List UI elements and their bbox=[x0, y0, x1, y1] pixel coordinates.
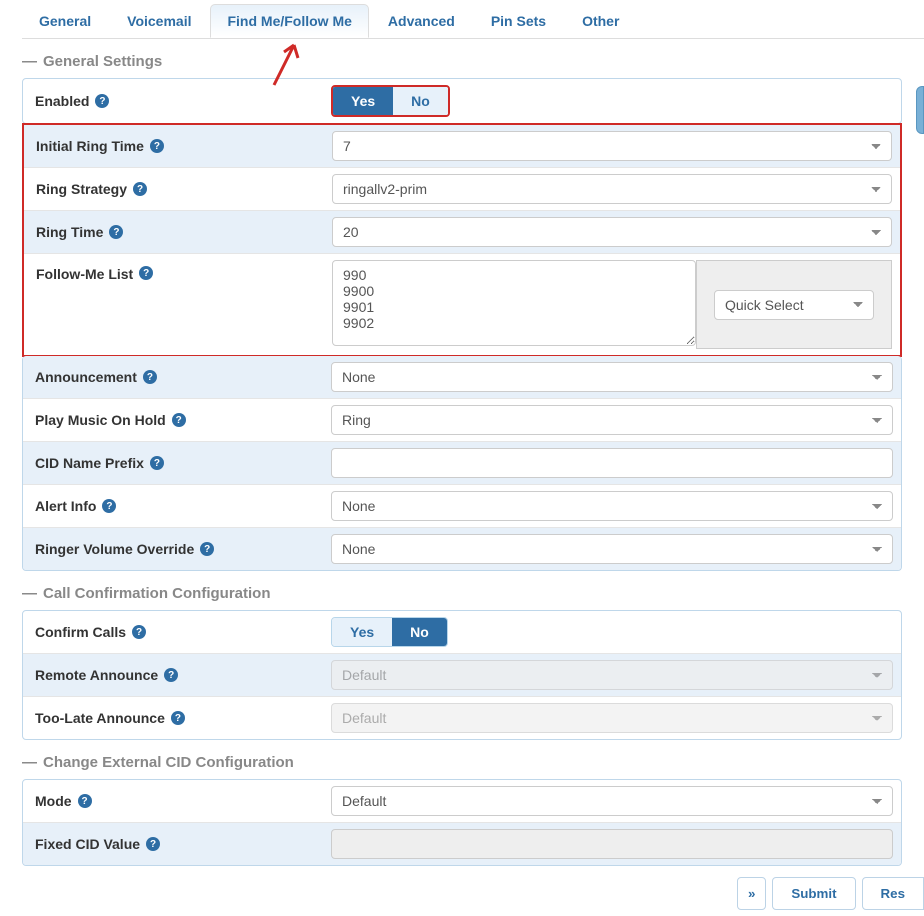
help-icon[interactable]: ? bbox=[200, 542, 214, 556]
select-mode[interactable]: Default bbox=[331, 786, 893, 816]
highlighted-config-panel: Initial Ring Time ? 7 Ring Strategy ? ri… bbox=[22, 123, 902, 357]
help-icon[interactable]: ? bbox=[133, 182, 147, 196]
panel-general-cont: Announcement ? None Play Music On Hold ?… bbox=[22, 356, 902, 571]
select-announcement[interactable]: None bbox=[331, 362, 893, 392]
help-icon[interactable]: ? bbox=[171, 711, 185, 725]
tab-voicemail[interactable]: Voicemail bbox=[110, 4, 208, 38]
label-too-late-announce: Too-Late Announce bbox=[35, 710, 165, 726]
label-initial-ring-time: Initial Ring Time bbox=[36, 138, 144, 154]
label-follow-me-list: Follow-Me List bbox=[36, 266, 133, 282]
select-too-late-announce: Default bbox=[331, 703, 893, 733]
chevron-collapse-button[interactable]: » bbox=[737, 877, 766, 910]
label-announcement: Announcement bbox=[35, 369, 137, 385]
select-quick-select[interactable]: Quick Select bbox=[714, 290, 874, 320]
select-play-music-on-hold[interactable]: Ring bbox=[331, 405, 893, 435]
help-icon[interactable]: ? bbox=[109, 225, 123, 239]
section-title-call-confirm: — Call Confirmation Configuration bbox=[22, 571, 902, 610]
toggle-enabled-yes[interactable]: Yes bbox=[333, 87, 393, 115]
textarea-follow-me-list[interactable]: 990 9900 9901 9902 bbox=[332, 260, 696, 346]
input-cid-name-prefix[interactable] bbox=[331, 448, 893, 478]
label-enabled: Enabled bbox=[35, 93, 89, 109]
toggle-enabled-no[interactable]: No bbox=[393, 87, 448, 115]
section-title-general: — General Settings bbox=[22, 39, 902, 78]
input-fixed-cid-value bbox=[331, 829, 893, 859]
select-ringer-volume-override[interactable]: None bbox=[331, 534, 893, 564]
collapse-icon[interactable]: — bbox=[22, 754, 37, 771]
collapse-icon[interactable]: — bbox=[22, 585, 37, 602]
select-ring-time[interactable]: 20 bbox=[332, 217, 892, 247]
help-icon[interactable]: ? bbox=[102, 499, 116, 513]
panel-call-confirm: Confirm Calls ? Yes No Remote Announce ?… bbox=[22, 610, 902, 740]
collapse-icon[interactable]: — bbox=[22, 53, 37, 70]
side-drawer-handle[interactable] bbox=[916, 86, 924, 134]
section-title-external-cid: — Change External CID Configuration bbox=[22, 740, 902, 779]
reset-button[interactable]: Res bbox=[862, 877, 924, 910]
select-alert-info[interactable]: None bbox=[331, 491, 893, 521]
label-play-music-on-hold: Play Music On Hold bbox=[35, 412, 166, 428]
help-icon[interactable]: ? bbox=[78, 794, 92, 808]
tab-other[interactable]: Other bbox=[565, 4, 636, 38]
select-initial-ring-time[interactable]: 7 bbox=[332, 131, 892, 161]
help-icon[interactable]: ? bbox=[146, 837, 160, 851]
tab-general[interactable]: General bbox=[22, 4, 108, 38]
label-ring-strategy: Ring Strategy bbox=[36, 181, 127, 197]
label-confirm-calls: Confirm Calls bbox=[35, 624, 126, 640]
help-icon[interactable]: ? bbox=[143, 370, 157, 384]
tab-bar: General Voicemail Find Me/Follow Me Adva… bbox=[22, 4, 924, 39]
label-cid-name-prefix: CID Name Prefix bbox=[35, 455, 144, 471]
panel-general: Enabled ? Yes No bbox=[22, 78, 902, 124]
tab-find-me-follow-me[interactable]: Find Me/Follow Me bbox=[210, 4, 368, 38]
help-icon[interactable]: ? bbox=[132, 625, 146, 639]
submit-button[interactable]: Submit bbox=[772, 877, 855, 910]
toggle-confirm-no[interactable]: No bbox=[392, 618, 447, 646]
help-icon[interactable]: ? bbox=[164, 668, 178, 682]
help-icon[interactable]: ? bbox=[95, 94, 109, 108]
panel-external-cid: Mode ? Default Fixed CID Value ? bbox=[22, 779, 902, 866]
tab-pin-sets[interactable]: Pin Sets bbox=[474, 4, 563, 38]
label-ring-time: Ring Time bbox=[36, 224, 103, 240]
label-ringer-volume-override: Ringer Volume Override bbox=[35, 541, 194, 557]
help-icon[interactable]: ? bbox=[150, 139, 164, 153]
toggle-confirm-yes[interactable]: Yes bbox=[332, 618, 392, 646]
label-remote-announce: Remote Announce bbox=[35, 667, 158, 683]
toggle-confirm-calls: Yes No bbox=[331, 617, 448, 647]
quick-select-container: Quick Select bbox=[696, 260, 892, 349]
label-fixed-cid-value: Fixed CID Value bbox=[35, 836, 140, 852]
tab-advanced[interactable]: Advanced bbox=[371, 4, 472, 38]
toggle-enabled: Yes No bbox=[331, 85, 450, 117]
label-alert-info: Alert Info bbox=[35, 498, 96, 514]
floating-action-bar: » Submit Res bbox=[737, 877, 924, 910]
select-remote-announce: Default bbox=[331, 660, 893, 690]
label-mode: Mode bbox=[35, 793, 72, 809]
help-icon[interactable]: ? bbox=[150, 456, 164, 470]
help-icon[interactable]: ? bbox=[139, 266, 153, 280]
help-icon[interactable]: ? bbox=[172, 413, 186, 427]
select-ring-strategy[interactable]: ringallv2-prim bbox=[332, 174, 892, 204]
